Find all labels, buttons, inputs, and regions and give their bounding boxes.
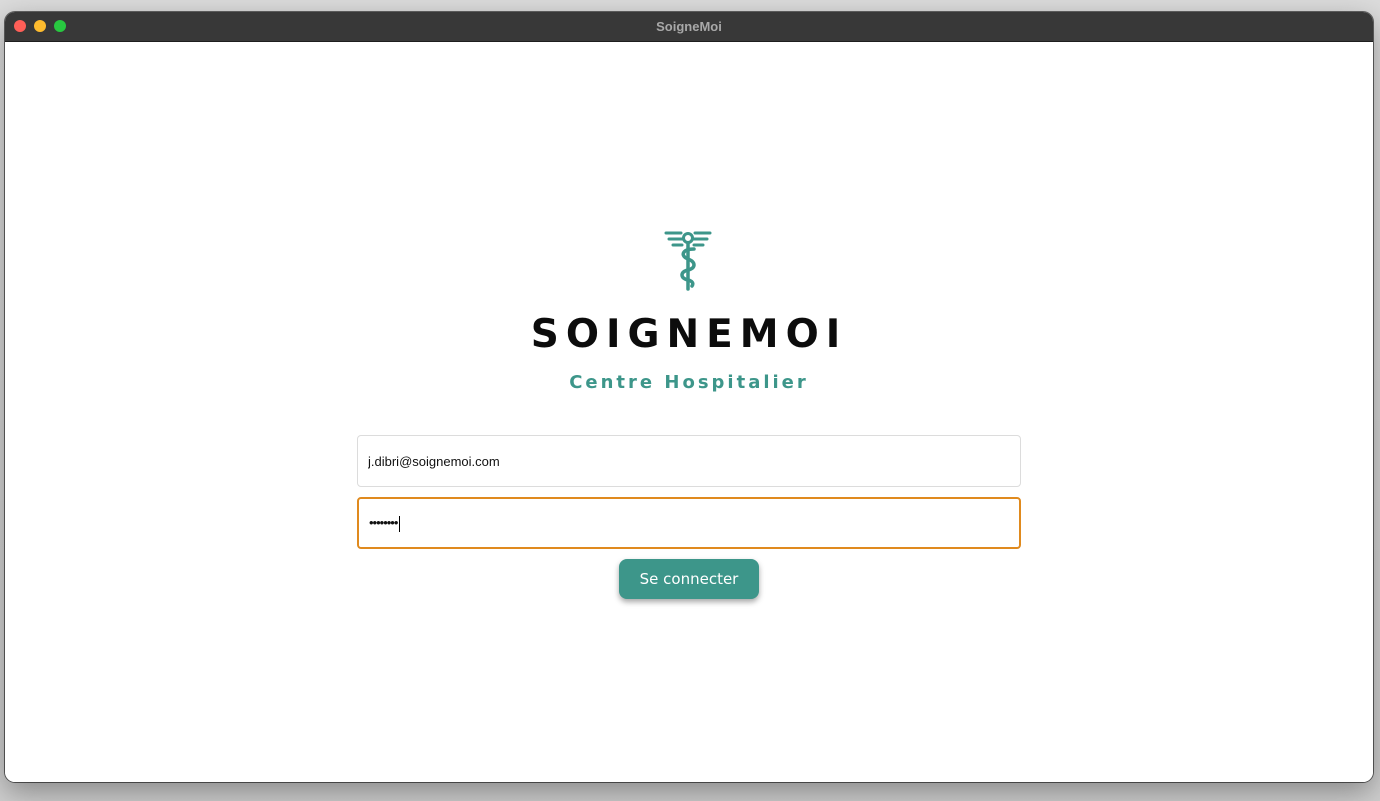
window-title: SoigneMoi: [656, 19, 722, 34]
password-field[interactable]: ••••••••: [357, 497, 1021, 549]
password-masked-value: ••••••••: [369, 515, 398, 530]
brand-name: SOIGNEMOI: [530, 312, 848, 357]
minimize-window-button[interactable]: [34, 20, 46, 32]
email-field[interactable]: [357, 435, 1021, 487]
window-controls: [14, 20, 66, 32]
text-caret: [399, 515, 401, 532]
caduceus-icon: [664, 231, 712, 291]
desktop: SoigneMoi SOIGNEMOI Centre Hospitalier j…: [0, 0, 1380, 801]
login-button[interactable]: Se connecter: [619, 559, 759, 599]
brand-tagline: Centre Hospitalier: [569, 372, 809, 393]
login-page: SOIGNEMOI Centre Hospitalier •••••••• Se…: [5, 42, 1373, 782]
maximize-window-button[interactable]: [54, 20, 66, 32]
close-window-button[interactable]: [14, 20, 26, 32]
app-window: SoigneMoi SOIGNEMOI Centre Hospitalier j…: [5, 12, 1373, 782]
title-bar[interactable]: SoigneMoi: [5, 12, 1373, 42]
